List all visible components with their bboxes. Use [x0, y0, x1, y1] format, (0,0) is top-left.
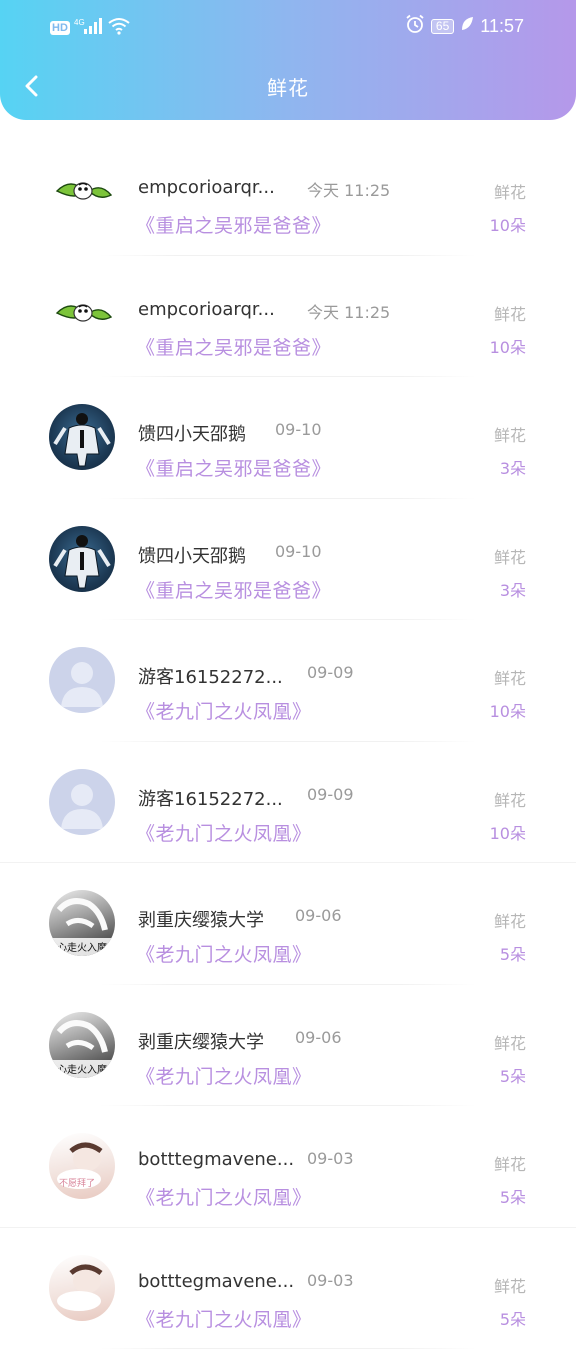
gift-type: 鲜花	[494, 1030, 526, 1054]
default-avatar[interactable]	[49, 769, 115, 835]
gift-type: 鲜花	[494, 665, 526, 689]
timestamp: 09-03	[307, 1271, 354, 1290]
gift-type: 鲜花	[494, 787, 526, 811]
gift-type: 鲜花	[494, 544, 526, 568]
bw-photo-avatar[interactable]: 心走火入魔	[49, 890, 115, 956]
gift-count: 10朵	[490, 820, 526, 844]
gift-count: 10朵	[490, 334, 526, 358]
gift-type: 鲜花	[494, 908, 526, 932]
clock: 11:57	[480, 16, 524, 37]
avatar-caption: 不愿拜了	[59, 1178, 95, 1189]
book-title-link[interactable]: 《重启之吴邪是爸爸》	[136, 454, 331, 481]
alarm-icon	[405, 14, 425, 38]
default-avatar[interactable]	[49, 647, 115, 713]
avatar-caption: 心走火入魔	[57, 1063, 107, 1076]
list-item[interactable]: empcorioarqr... 今天 11:25 《重启之吴邪是爸爸》 鲜花 10朵	[0, 134, 576, 256]
status-left: HD 4G	[50, 17, 130, 39]
book-title-link[interactable]: 《老九门之火凤凰》	[136, 819, 312, 846]
status-bar: HD 4G	[0, 0, 576, 56]
gift-count: 5朵	[500, 1306, 526, 1330]
bird-avatar[interactable]	[49, 283, 115, 349]
gift-count: 5朵	[500, 1063, 526, 1087]
status-right: 65 11:57	[405, 14, 524, 38]
timestamp: 09-06	[295, 1028, 342, 1047]
photo-avatar[interactable]	[49, 1255, 115, 1321]
user-name: botttegmavene...	[138, 1271, 294, 1292]
figure-avatar[interactable]	[49, 404, 115, 470]
timestamp: 09-10	[275, 420, 322, 439]
leaf-icon	[460, 16, 474, 36]
gift-count: 5朵	[500, 1184, 526, 1208]
list-item[interactable]: 心走火入魔 剥重庆缨猿大学 09-06 《老九门之火凤凰》 鲜花 5朵	[0, 863, 576, 985]
bird-avatar[interactable]	[49, 161, 115, 227]
gift-count: 3朵	[500, 577, 526, 601]
app-header: HD 4G	[0, 0, 576, 120]
book-title-link[interactable]: 《老九门之火凤凰》	[136, 1305, 312, 1332]
book-title-link[interactable]: 《老九门之火凤凰》	[136, 1062, 312, 1089]
user-name: 馈四小天邵鹅	[138, 420, 246, 446]
user-name: 馈四小天邵鹅	[138, 542, 246, 568]
gift-type: 鲜花	[494, 179, 526, 203]
book-title-link[interactable]: 《老九门之火凤凰》	[136, 940, 312, 967]
user-name: 游客16152272...	[138, 663, 283, 689]
battery-indicator: 65	[431, 19, 454, 34]
user-name: 游客16152272...	[138, 785, 283, 811]
book-title-link[interactable]: 《重启之吴邪是爸爸》	[136, 333, 331, 360]
hd-badge: HD	[50, 21, 70, 35]
book-title-link[interactable]: 《老九门之火凤凰》	[136, 1183, 312, 1210]
figure-avatar[interactable]	[49, 526, 115, 592]
list-item[interactable]: 游客16152272... 09-09 《老九门之火凤凰》 鲜花 10朵	[0, 742, 576, 864]
list-item[interactable]: botttegmavene... 09-03 《老九门之火凤凰》 鲜花 5朵	[0, 1228, 576, 1349]
bw-photo-avatar[interactable]: 心走火入魔	[49, 1012, 115, 1078]
wifi-icon	[108, 17, 130, 39]
gift-count: 10朵	[490, 212, 526, 236]
book-title-link[interactable]: 《重启之吴邪是爸爸》	[136, 576, 331, 603]
user-name: 剥重庆缨猿大学	[138, 906, 264, 932]
gift-count: 5朵	[500, 941, 526, 965]
list-item[interactable]: empcorioarqr... 今天 11:25 《重启之吴邪是爸爸》 鲜花 10朵	[0, 256, 576, 378]
gift-type: 鲜花	[494, 301, 526, 325]
gift-count: 3朵	[500, 455, 526, 479]
list-item[interactable]: 馈四小天邵鹅 09-10 《重启之吴邪是爸爸》 鲜花 3朵	[0, 499, 576, 621]
gift-record-list[interactable]: empcorioarqr...今天 11:25《重启之吴邪是爸爸》鲜花10朵em…	[0, 134, 576, 1349]
timestamp: 09-03	[307, 1149, 354, 1168]
book-title-link[interactable]: 《老九门之火凤凰》	[136, 697, 312, 724]
user-name: empcorioarqr...	[138, 177, 275, 198]
timestamp: 09-09	[307, 785, 354, 804]
network-label: 4G	[74, 18, 85, 27]
page-title: 鲜花	[0, 72, 576, 101]
gift-type: 鲜花	[494, 1151, 526, 1175]
gift-count: 10朵	[490, 698, 526, 722]
list-item[interactable]: 馈四小天邵鹅 09-10 《重启之吴邪是爸爸》 鲜花 3朵	[0, 377, 576, 499]
list-item[interactable]: 游客16152272... 09-09 《老九门之火凤凰》 鲜花 10朵	[0, 620, 576, 742]
book-title-link[interactable]: 《重启之吴邪是爸爸》	[136, 211, 331, 238]
list-item[interactable]: 心走火入魔 剥重庆缨猿大学 09-06 《老九门之火凤凰》 鲜花 5朵	[0, 985, 576, 1107]
avatar-caption: 心走火入魔	[57, 941, 107, 954]
timestamp: 今天 11:25	[307, 177, 390, 201]
gift-type: 鲜花	[494, 1273, 526, 1297]
gift-type: 鲜花	[494, 422, 526, 446]
timestamp: 09-06	[295, 906, 342, 925]
user-name: empcorioarqr...	[138, 299, 275, 320]
timestamp: 09-10	[275, 542, 322, 561]
list-item[interactable]: 不愿拜了 botttegmavene... 09-03 《老九门之火凤凰》 鲜花 5朵	[0, 1106, 576, 1228]
signal-icon: 4G	[74, 17, 104, 39]
photo-avatar[interactable]: 不愿拜了	[49, 1133, 115, 1199]
timestamp: 09-09	[307, 663, 354, 682]
user-name: 剥重庆缨猿大学	[138, 1028, 264, 1054]
user-name: botttegmavene...	[138, 1149, 294, 1170]
nav-bar: 鲜花	[0, 58, 576, 114]
timestamp: 今天 11:25	[307, 299, 390, 323]
